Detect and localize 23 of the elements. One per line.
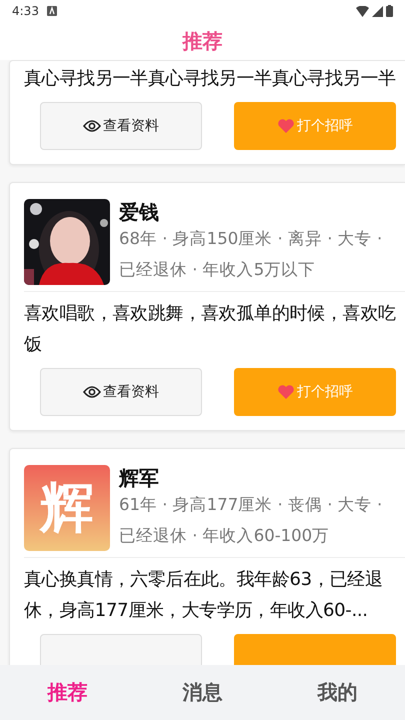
status-time: 4:33 xyxy=(12,4,39,18)
profile-name: 爱钱 xyxy=(119,199,160,225)
nav-tab[interactable]: 消息 xyxy=(172,675,232,710)
eye-icon xyxy=(83,385,101,399)
heart-icon xyxy=(277,118,295,134)
profile-bio: 真心寻找另一半真心寻找另一半真心寻找另一半 xyxy=(24,67,397,91)
profile-bio: 真心换真情，六零后在此。我年龄63，已经退休，身高177厘米，大专学历，年收入60-... xyxy=(24,568,384,623)
wifi-icon xyxy=(356,6,369,16)
notification-icon xyxy=(46,6,57,16)
profile-details: 68年 · 身高150厘米 · 离异 · 大专 · 已经退休 · 年收入5万以下 xyxy=(119,228,384,281)
nav-tab[interactable]: 推荐 xyxy=(38,675,98,710)
eye-icon xyxy=(83,119,101,133)
profile-details: 61年 · 身高177厘米 · 丧偶 · 大专 · 已经退休 · 年收入60-100万 xyxy=(119,494,384,547)
heart-icon xyxy=(277,384,295,400)
profile-bio: 喜欢唱歌，喜欢跳舞，喜欢孤单的时候，喜欢吃饭 xyxy=(24,302,397,357)
battery-icon xyxy=(386,5,393,17)
nav-tab[interactable]: 我的 xyxy=(308,675,368,710)
profile-name: 辉军 xyxy=(119,465,160,491)
view-profile-button[interactable]: 查看资料 xyxy=(40,368,202,416)
view-profile-button[interactable]: 查看资料 xyxy=(40,102,202,150)
signal-icon xyxy=(372,6,383,16)
letter-avatar: 辉 xyxy=(24,465,110,551)
page-title: 推荐 xyxy=(182,28,222,54)
